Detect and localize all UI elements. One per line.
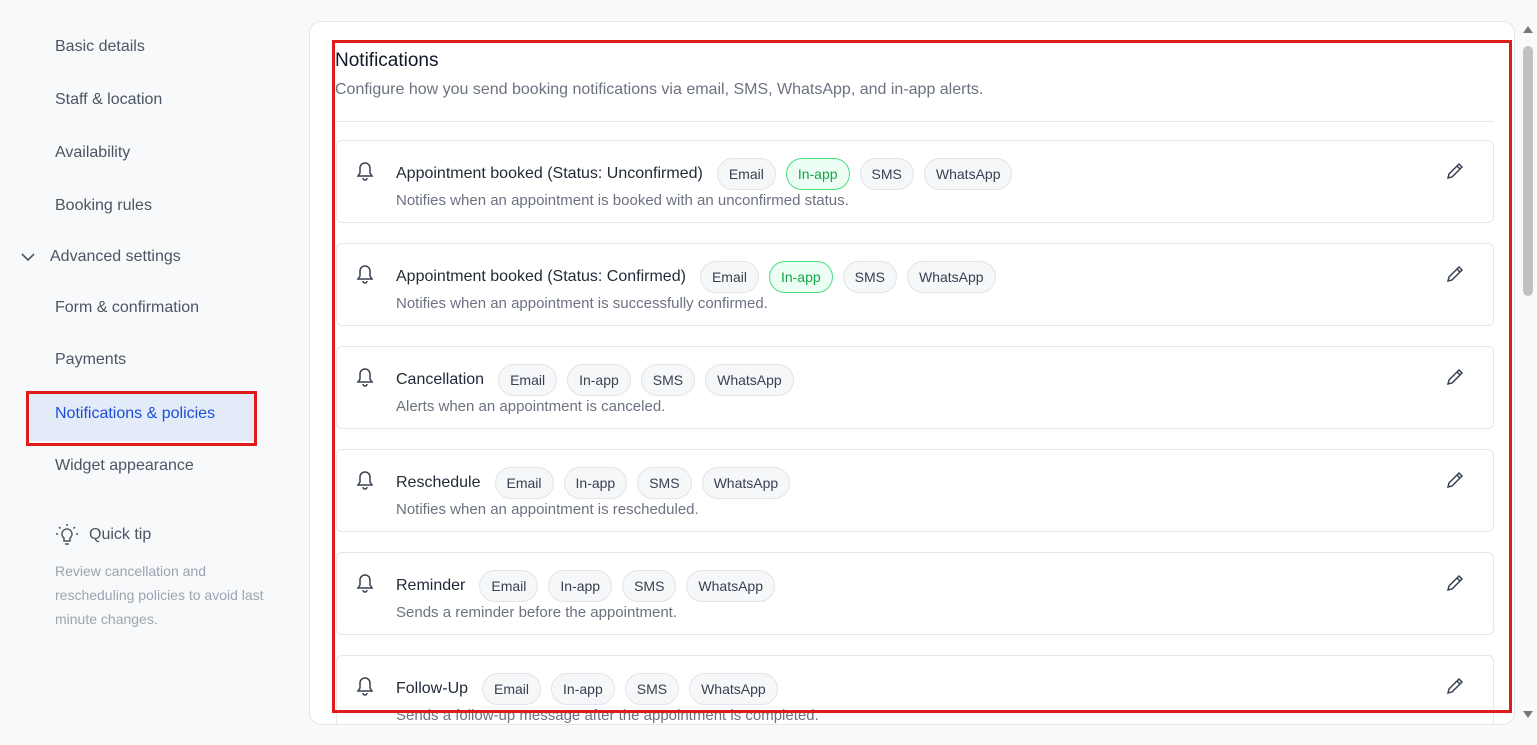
channel-badge-sms[interactable]: SMS bbox=[842, 261, 897, 293]
notification-description: Sends a follow-up message after the appo… bbox=[396, 707, 819, 724]
advanced-settings-label: Advanced settings bbox=[50, 248, 181, 265]
notification-title: Follow-Up bbox=[396, 680, 469, 697]
channel-badge-email[interactable]: Email bbox=[716, 158, 776, 190]
channel-badge-email[interactable]: Email bbox=[479, 570, 539, 602]
notification-row: Follow-Up Email In-app SMS WhatsApp Sends a … bbox=[336, 655, 1494, 724]
channel-badge-whatsapp[interactable]: WhatsApp bbox=[686, 570, 776, 602]
sidebar: Basic details Staff & location Availabil… bbox=[0, 0, 300, 745]
notification-row: Reschedule Email In-app SMS WhatsApp Notifie… bbox=[336, 449, 1494, 532]
channel-badge-sms[interactable]: SMS bbox=[859, 158, 914, 190]
channel-badge-in-app[interactable]: In-app bbox=[768, 261, 833, 293]
notification-description: Notifies when an appointment is booked w… bbox=[396, 192, 849, 209]
edit-pencil-icon[interactable] bbox=[1445, 264, 1465, 284]
edit-pencil-icon[interactable] bbox=[1445, 367, 1465, 387]
quick-tip-title: Quick tip bbox=[89, 526, 152, 543]
bell-icon bbox=[356, 265, 374, 284]
notification-description: Notifies when an appointment is successf… bbox=[396, 295, 768, 312]
sidebar-item-widget-appearance[interactable]: Widget appearance bbox=[55, 457, 194, 475]
bell-icon bbox=[356, 677, 374, 696]
page-title: Notifications bbox=[335, 50, 439, 71]
sidebar-item-form-confirmation[interactable]: Form & confirmation bbox=[55, 299, 199, 317]
notification-description: Notifies when an appointment is reschedu… bbox=[396, 501, 699, 518]
sidebar-item-staff-location[interactable]: Staff & location bbox=[55, 91, 162, 109]
channel-badge-whatsapp[interactable]: WhatsApp bbox=[907, 261, 996, 293]
channel-badge-sms[interactable]: SMS bbox=[637, 467, 692, 499]
scrollbar[interactable] bbox=[1519, 22, 1537, 722]
channel-badge-in-app[interactable]: In-app bbox=[563, 467, 628, 499]
channel-badge-email[interactable]: Email bbox=[699, 261, 759, 293]
channel-badge-whatsapp[interactable]: WhatsApp bbox=[923, 158, 1013, 190]
bell-icon bbox=[356, 471, 374, 490]
notification-row: Appointment booked (Status: Unconfirmed)… bbox=[336, 140, 1494, 223]
sidebar-item-payments[interactable]: Payments bbox=[55, 351, 126, 369]
notification-row: Reminder Email In-app SMS WhatsApp Sends a r… bbox=[336, 552, 1494, 635]
sidebar-item-basic-details[interactable]: Basic details bbox=[55, 38, 145, 56]
channel-badge-sms[interactable]: SMS bbox=[640, 364, 696, 396]
channel-badge-in-app[interactable]: In-app bbox=[567, 364, 631, 396]
edit-pencil-icon[interactable] bbox=[1445, 676, 1465, 696]
notification-title: Appointment booked (Status: Confirmed) bbox=[396, 268, 686, 285]
bell-icon bbox=[356, 162, 374, 181]
notification-row: Cancellation Email In-app SMS WhatsApp Alert… bbox=[336, 346, 1494, 429]
edit-pencil-icon[interactable] bbox=[1445, 573, 1465, 593]
channel-badge-email[interactable]: Email bbox=[482, 673, 542, 705]
notification-description: Sends a reminder before the appointment. bbox=[396, 604, 678, 621]
channel-badge-sms[interactable]: SMS bbox=[624, 673, 680, 705]
channel-badge-sms[interactable]: SMS bbox=[622, 570, 677, 602]
channel-badge-email[interactable]: Email bbox=[494, 467, 554, 499]
notifications-panel: Notifications Configure how you send boo… bbox=[309, 21, 1515, 725]
scroll-down-arrow[interactable] bbox=[1523, 711, 1533, 718]
channel-badge-whatsapp[interactable]: WhatsApp bbox=[701, 467, 791, 499]
notification-title: Reschedule bbox=[396, 474, 481, 491]
channel-badge-in-app[interactable]: In-app bbox=[548, 570, 613, 602]
sidebar-item-notifications-policies[interactable]: Notifications & policies bbox=[30, 393, 254, 441]
channel-badge-in-app[interactable]: In-app bbox=[551, 673, 615, 705]
notification-title: Appointment booked (Status: Unconfirmed) bbox=[396, 165, 703, 182]
divider bbox=[335, 121, 1494, 122]
sidebar-advanced-settings-toggle[interactable]: Advanced settings bbox=[20, 248, 181, 266]
scrollbar-thumb[interactable] bbox=[1523, 46, 1533, 296]
bell-icon bbox=[356, 368, 374, 387]
edit-pencil-icon[interactable] bbox=[1445, 161, 1465, 181]
notification-title: Reminder bbox=[396, 577, 466, 594]
chevron-down-icon bbox=[21, 253, 35, 262]
quick-tip-text: Review cancellation and rescheduling pol… bbox=[55, 563, 264, 627]
scroll-up-arrow[interactable] bbox=[1523, 26, 1533, 33]
notification-title: Cancellation bbox=[396, 371, 485, 388]
notification-row: Appointment booked (Status: Confirmed) Em… bbox=[336, 243, 1494, 326]
channel-badge-whatsapp[interactable]: WhatsApp bbox=[705, 364, 794, 396]
notification-description: Alerts when an appointment is canceled. bbox=[396, 398, 666, 415]
page-description: Configure how you send booking notificat… bbox=[335, 81, 984, 98]
sidebar-item-availability[interactable]: Availability bbox=[55, 144, 130, 162]
channel-badge-email[interactable]: Email bbox=[498, 364, 558, 396]
channel-badge-whatsapp[interactable]: WhatsApp bbox=[689, 673, 778, 705]
quick-tip-heading: Quick tip bbox=[55, 523, 151, 547]
edit-pencil-icon[interactable] bbox=[1445, 470, 1465, 490]
sidebar-item-booking-rules[interactable]: Booking rules bbox=[55, 197, 152, 215]
bell-icon bbox=[356, 574, 374, 593]
lightbulb-icon bbox=[56, 524, 78, 545]
channel-badge-in-app[interactable]: In-app bbox=[785, 158, 850, 190]
